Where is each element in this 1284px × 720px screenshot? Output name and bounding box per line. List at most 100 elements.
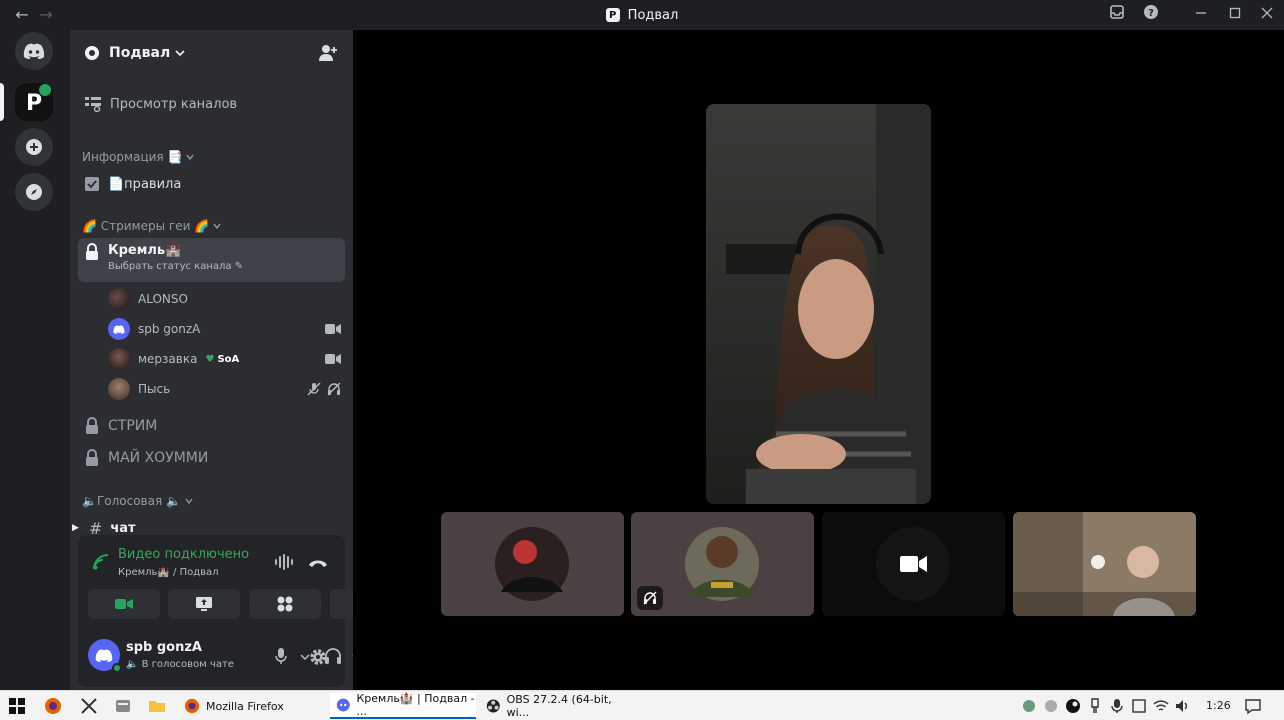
category-info-label: Информация 📑	[82, 150, 183, 164]
activities-button[interactable]	[249, 589, 321, 619]
taskbar-obs[interactable]: OBS 27.2.4 (64-bit, wi...	[480, 693, 626, 719]
online-status-dot	[112, 663, 122, 673]
channel-my-home-label: МАЙ ХОУММИ	[108, 450, 209, 466]
member-status-icons	[307, 382, 341, 396]
voice-stage	[353, 30, 1284, 690]
pencil-icon: ✎	[234, 261, 244, 272]
tray-steam-icon[interactable]	[1064, 697, 1082, 715]
taskbar-discord[interactable]: Кремль🏰 | Подвал - ...	[330, 692, 476, 719]
server-header[interactable]: Подвал	[70, 30, 353, 76]
channel-stream[interactable]: СТРИМ	[78, 412, 345, 440]
voice-member-alonso[interactable]: ALONSO	[108, 286, 341, 312]
connection-signal-icon[interactable]	[92, 553, 110, 571]
channel-kremlin[interactable]: Кремль🏰 Выбрать статус канала ✎	[78, 238, 345, 282]
participant-tile-camera-loading[interactable]	[822, 512, 1005, 616]
member-name: Пысь	[138, 382, 171, 396]
voice-status[interactable]: Видео подключено	[118, 547, 249, 562]
tray-status-icon[interactable]	[1020, 697, 1038, 715]
inbox-icon[interactable]	[1106, 4, 1128, 26]
discord-logo-icon	[113, 324, 125, 334]
avatar	[108, 288, 130, 310]
windows-start-icon[interactable]	[8, 697, 26, 715]
share-screen-button[interactable]	[168, 589, 240, 619]
disconnect-phone-icon[interactable]	[308, 557, 328, 569]
discord-logo-icon	[95, 648, 113, 662]
microphone-icon[interactable]	[274, 647, 288, 665]
activities-icon	[277, 596, 293, 612]
gear-badge-icon	[85, 46, 99, 60]
channel-stream-label: СТРИМ	[108, 418, 158, 434]
category-voice[interactable]: 🔈Голосовая 🔈	[82, 494, 193, 508]
invite-people-icon[interactable]	[318, 44, 338, 62]
discord-home-icon[interactable]	[15, 32, 53, 70]
browse-channels-row[interactable]: Просмотр каналов	[78, 90, 345, 118]
file-explorer-icon[interactable]	[148, 697, 166, 715]
user-settings-gear-icon[interactable]	[308, 647, 328, 667]
category-streamers[interactable]: 🌈 Стримеры геи 🌈	[82, 219, 221, 233]
pinned-tool-icon[interactable]	[114, 697, 132, 715]
taskbar-app-label: OBS 27.2.4 (64-bit, wi...	[506, 693, 612, 719]
deafened-headphones-icon	[327, 382, 341, 396]
category-info[interactable]: Информация 📑	[82, 150, 194, 164]
tray-app-icon[interactable]	[1042, 697, 1060, 715]
channel-my-home[interactable]: МАЙ ХОУММИ	[78, 444, 345, 472]
help-icon[interactable]: ?	[1140, 4, 1162, 26]
tray-edit-icon[interactable]	[1130, 697, 1148, 715]
deafened-indicator	[637, 586, 663, 610]
voice-member-merzavka[interactable]: мерзавка ♥ SoA	[108, 346, 341, 372]
lock-icon	[86, 449, 98, 466]
chevron-right-icon: ▶	[72, 523, 79, 533]
tray-microphone-icon[interactable]	[1108, 697, 1126, 715]
member-status-icons	[325, 353, 341, 365]
focused-video-feed[interactable]	[706, 104, 931, 504]
taskbar-clock[interactable]: 1:26	[1206, 699, 1231, 712]
noise-suppression-icon[interactable]	[274, 554, 294, 570]
lock-icon	[86, 243, 98, 260]
voice-connection-panel: Видео подключено Кремль🏰 / Подвал	[78, 535, 402, 625]
close-icon[interactable]	[1256, 4, 1278, 26]
participant-tile-alonso[interactable]	[441, 512, 624, 616]
voice-member-spb-gonza[interactable]: spb gonzA	[108, 316, 341, 342]
firefox-pinned-icon[interactable]	[44, 697, 62, 715]
svg-text:P: P	[26, 91, 42, 116]
minimize-icon[interactable]	[1190, 4, 1212, 26]
clan-badge: ♥ SoA	[205, 353, 240, 365]
pinned-app-icon[interactable]	[80, 697, 98, 715]
chevron-down-icon	[175, 50, 185, 57]
chevron-down-icon	[213, 223, 221, 230]
category-streamers-label: 🌈 Стримеры геи 🌈	[82, 219, 210, 233]
server-podval-icon[interactable]: P	[15, 83, 53, 121]
explore-compass-icon[interactable]	[15, 173, 53, 211]
avatar	[108, 348, 130, 370]
user-name[interactable]: spb gonzA	[126, 640, 202, 655]
tray-usb-icon[interactable]	[1086, 697, 1104, 715]
participant-video-placeholder	[876, 527, 950, 601]
forward-arrow-icon[interactable]: →	[36, 5, 56, 25]
user-status: 🔈 В голосовом чате	[126, 659, 234, 670]
deafened-headphones-icon	[643, 591, 657, 605]
window-title: Подвал	[627, 7, 679, 23]
voice-location[interactable]: Кремль🏰 / Подвал	[118, 567, 219, 578]
add-server-icon[interactable]	[15, 128, 53, 166]
browse-channels-label: Просмотр каналов	[110, 96, 238, 112]
maximize-icon[interactable]	[1224, 4, 1246, 26]
firefox-icon	[184, 698, 200, 714]
notifications-icon[interactable]	[1244, 697, 1262, 715]
svg-text:?: ?	[1148, 8, 1154, 19]
wifi-icon[interactable]	[1152, 697, 1170, 715]
channel-rules[interactable]: 📄правила	[78, 170, 345, 198]
taskbar-firefox[interactable]: Mozilla Firefox	[178, 693, 324, 719]
video-camera-icon	[325, 354, 341, 364]
voice-member-pys[interactable]: Пысь	[108, 376, 341, 402]
channel-chat-label: чат	[110, 520, 136, 536]
server-logo-icon: P	[605, 8, 620, 22]
back-arrow-icon[interactable]: ←	[12, 5, 32, 25]
window-title-group: P Подвал	[0, 0, 1284, 30]
participant-tile-spb-gonza[interactable]	[631, 512, 814, 616]
set-channel-status-link[interactable]: Выбрать статус канала ✎	[108, 261, 243, 272]
volume-icon[interactable]	[1174, 697, 1192, 715]
participant-tile-pys[interactable]	[1013, 512, 1196, 616]
participant-video-image	[706, 104, 931, 504]
chevron-down-icon	[186, 154, 194, 161]
camera-toggle-button[interactable]	[88, 589, 160, 619]
